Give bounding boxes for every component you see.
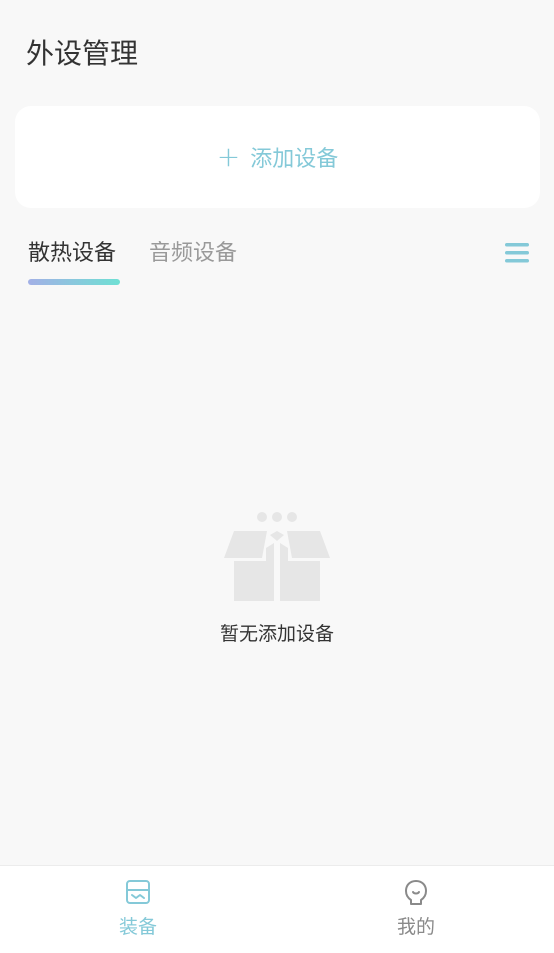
tab-bar: 散热设备 音频设备: [28, 234, 538, 294]
menu-icon: [505, 243, 529, 263]
add-device-button[interactable]: + 添加设备: [15, 106, 540, 208]
nav-label-equipment: 装备: [118, 916, 157, 938]
tab-audio-devices[interactable]: 音频设备: [149, 234, 237, 274]
equipment-icon: [126, 880, 150, 904]
plus-icon: +: [216, 140, 241, 173]
menu-button[interactable]: [504, 241, 530, 265]
add-device-label: 添加设备: [250, 147, 339, 172]
active-tab-underline: [28, 279, 120, 285]
empty-state-text: 暂无添加设备: [219, 623, 334, 645]
bottom-navigation: 装备 我的: [0, 865, 554, 953]
nav-item-profile[interactable]: 我的: [346, 878, 486, 948]
nav-item-equipment[interactable]: 装备: [68, 878, 208, 948]
empty-box-icon: [224, 512, 330, 601]
tab-cooling-devices[interactable]: 散热设备: [28, 234, 116, 274]
nav-label-profile: 我的: [396, 916, 435, 938]
empty-state: [0, 508, 554, 608]
page-title: 外设管理: [26, 37, 139, 70]
profile-icon: [405, 880, 427, 905]
